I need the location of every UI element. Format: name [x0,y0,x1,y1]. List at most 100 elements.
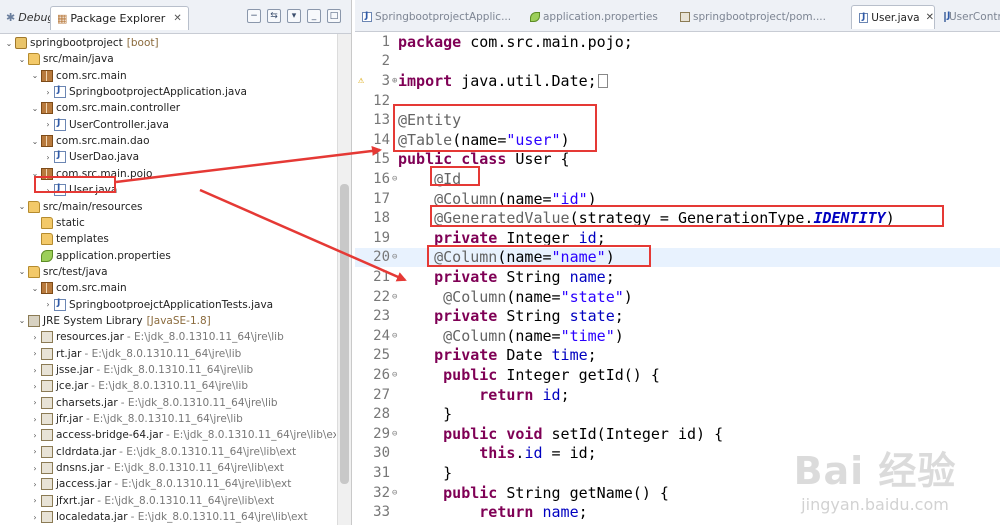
tree-item[interactable]: › cldrdata.jar - E:\jdk_8.0.1310.11_64\jre… [0,444,296,460]
tree-item[interactable]: ⌄ src/test/java [0,264,108,280]
editor-tab[interactable]: SpringbootprojectApplic... [355,5,519,29]
tree-item[interactable]: ⌄ src/main/java [0,51,114,67]
chevron-down-icon[interactable]: ⌄ [30,104,40,113]
chevron-down-icon[interactable]: ⌄ [30,137,40,146]
tree-item[interactable]: ⌄ com.src.main.pojo [0,166,152,182]
code-line[interactable]: 32 ⊖ public String getName() { [355,483,1000,503]
editor-tab[interactable]: User.java ✕ [851,5,935,29]
chevron-down-icon[interactable]: ⌄ [4,39,14,48]
code-line[interactable]: 1 package com.src.main.pojo; [355,32,1000,52]
tab-package-explorer-label: Package Explorer [70,12,166,25]
code-line[interactable]: 29 ⊖ public void setId(Integer id) { [355,424,1000,444]
chevron-down-icon[interactable]: ⌄ [30,169,40,178]
chevron-right-icon[interactable]: › [30,366,40,375]
code-line[interactable]: 16 ⊖ @Id [355,169,1000,189]
code-line[interactable]: 19 private Integer id; [355,228,1000,248]
tree-scrollbar[interactable] [337,34,351,525]
tree-item[interactable]: › charsets.jar - E:\jdk_8.0.1310.11_64\jre… [0,395,278,411]
code-line[interactable]: 13 @Entity [355,110,1000,130]
code-line[interactable]: 26 ⊖ public Integer getId() { [355,365,1000,385]
tree-item[interactable]: ⌄ src/main/resources [0,199,143,215]
tree-item[interactable]: › jfr.jar - E:\jdk_8.0.1310.11_64\jre\lib [0,411,243,427]
tree-item[interactable]: application.properties [0,248,171,264]
close-icon[interactable]: ✕ [173,13,181,24]
chevron-right-icon[interactable]: › [43,300,53,309]
chevron-down-icon[interactable]: ⌄ [17,202,27,211]
code-line[interactable]: 14 @Table(name="user") [355,130,1000,150]
chevron-right-icon[interactable]: › [30,464,40,473]
chevron-right-icon[interactable]: › [30,382,40,391]
chevron-right-icon[interactable]: › [43,153,53,162]
code-line[interactable]: 30 this.id = id; [355,444,1000,464]
code-line[interactable]: 17 @Column(name="id") [355,189,1000,209]
tree-item[interactable]: › jaccess.jar - E:\jdk_8.0.1310.11_64\jre\… [0,476,291,492]
view-menu-icon[interactable]: ▾ [287,9,301,23]
tree-item[interactable]: › resources.jar - E:\jdk_8.0.1310.11_64\jr… [0,329,284,345]
chevron-right-icon[interactable]: › [43,120,53,129]
code-line[interactable]: 25 private Date time; [355,346,1000,366]
code-line[interactable]: 18 @GeneratedValue(strategy = Generation… [355,208,1000,228]
tree-scrollbar-thumb[interactable] [340,184,349,484]
chevron-down-icon[interactable]: ⌄ [30,284,40,293]
code-line[interactable]: 21 private String name; [355,267,1000,287]
collapse-all-icon[interactable]: − [247,9,261,23]
tab-package-explorer[interactable]: ▦ Package Explorer ✕ [50,6,189,30]
chevron-right-icon[interactable]: › [30,398,40,407]
tree-item[interactable]: › UserController.java [0,117,169,133]
tree-item[interactable]: › User.java [0,182,117,198]
tree-item[interactable]: › jfxrt.jar - E:\jdk_8.0.1310.11_64\jre\li… [0,493,274,509]
chevron-right-icon[interactable]: › [30,480,40,489]
code-line[interactable]: 27 return id; [355,385,1000,405]
chevron-down-icon[interactable]: ⌄ [17,267,27,276]
code-line[interactable]: 2 [355,52,1000,72]
code-line[interactable]: 22 ⊖ @Column(name="state") [355,287,1000,307]
tree-item[interactable]: ⌄ com.src.main.dao [0,133,150,149]
chevron-down-icon[interactable]: ⌄ [17,316,27,325]
chevron-down-icon[interactable]: ⌄ [30,71,40,80]
tree-item[interactable]: › jsse.jar - E:\jdk_8.0.1310.11_64\jre\lib [0,362,253,378]
code-line[interactable]: 12 [355,91,1000,111]
chevron-right-icon[interactable]: › [30,513,40,522]
editor-tab[interactable]: springbootproject/pom.... [673,5,849,29]
chevron-right-icon[interactable]: › [30,415,40,424]
chevron-down-icon[interactable]: ⌄ [17,55,27,64]
tree-item[interactable]: › SpringbootprojectApplication.java [0,84,247,100]
chevron-right-icon[interactable]: › [30,447,40,456]
tree-item[interactable]: › rt.jar - E:\jdk_8.0.1310.11_64\jre\lib [0,346,241,362]
code-line[interactable]: 33 return name; [355,502,1000,522]
code-area[interactable]: 1 package com.src.main.pojo; 2 ⚠ 3 ⊕ import ja… [355,32,1000,525]
chevron-right-icon[interactable]: › [30,496,40,505]
chevron-right-icon[interactable]: › [30,333,40,342]
editor-tab[interactable]: application.properties [523,5,671,29]
maximize-icon[interactable]: □ [327,9,341,23]
code-line[interactable]: 20 ⊖ @Column(name="name") [355,247,1000,268]
tree-item[interactable]: › SpringbootproejctApplicationTests.java [0,297,273,313]
tree-item[interactable]: › access-bridge-64.jar - E:\jdk_8.0.1310.1… [0,427,336,443]
folded-imports-icon[interactable]: □ [597,74,608,89]
tree-item[interactable]: ⌄ JRE System Library [JavaSE-1.8] [0,313,211,329]
code-line[interactable]: 24 ⊖ @Column(name="time") [355,326,1000,346]
chevron-right-icon[interactable]: › [30,349,40,358]
tree-item[interactable]: templates [0,231,109,247]
tree-item[interactable]: ⌄ com.src.main.controller [0,100,180,116]
tree-item[interactable]: › jce.jar - E:\jdk_8.0.1310.11_64\jre\lib [0,378,248,394]
code-line[interactable]: 28 } [355,404,1000,424]
code-line[interactable]: 31 } [355,463,1000,483]
chevron-right-icon[interactable]: › [30,431,40,440]
tree-item[interactable]: static [0,215,85,231]
code-line[interactable]: 23 private String state; [355,306,1000,326]
code-line[interactable]: 15 public class User { [355,150,1000,170]
tree-item[interactable]: ⌄ com.src.main [0,68,127,84]
tree-item[interactable]: › localedata.jar - E:\jdk_8.0.1310.11_64\j… [0,509,308,525]
chevron-right-icon[interactable]: › [43,186,53,195]
editor-tab[interactable]: UserControll [937,5,1000,29]
code-line[interactable]: ⚠3⊕import java.util.Date;□ [355,71,1000,91]
tree-item[interactable]: ⌄ com.src.main [0,280,127,296]
close-icon[interactable]: ✕ [926,12,934,23]
tree-item[interactable]: › dnsns.jar - E:\jdk_8.0.1310.11_64\jre\li… [0,460,284,476]
link-with-editor-icon[interactable]: ⇆ [267,9,281,23]
chevron-right-icon[interactable]: › [43,88,53,97]
tree-item[interactable]: › UserDao.java [0,149,139,165]
tree-item[interactable]: ⌄ springbootproject [boot] [0,35,159,51]
minimize-icon[interactable]: _ [307,9,321,23]
